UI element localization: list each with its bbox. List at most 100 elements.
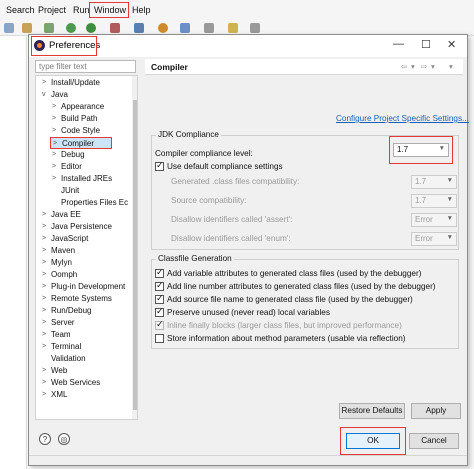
- use-default-checkbox[interactable]: [155, 160, 164, 171]
- chevron-right-icon[interactable]: >: [52, 125, 56, 137]
- ide-left-panel: [0, 36, 27, 469]
- chevron-right-icon[interactable]: >: [42, 257, 46, 269]
- tree-item-label: Run/Debug: [51, 306, 92, 315]
- chevron-right-icon[interactable]: >: [52, 173, 56, 185]
- tree-item-label: Build Path: [61, 114, 98, 123]
- chevron-right-icon[interactable]: >: [42, 341, 46, 353]
- run-icon[interactable]: [86, 23, 96, 33]
- method-parameters-label: Store information about method parameter…: [167, 334, 406, 343]
- chevron-right-icon[interactable]: >: [42, 209, 46, 221]
- page-header: Compiler ⇦ ▾ ⇨ ▾ ▾: [145, 59, 463, 75]
- toolbar-icon[interactable]: [134, 23, 144, 33]
- toolbar-icon[interactable]: [228, 23, 238, 33]
- chevron-right-icon[interactable]: >: [52, 113, 56, 125]
- chevron-right-icon[interactable]: >: [52, 101, 56, 113]
- assert-label: Disallow identifiers called 'assert':: [171, 215, 293, 224]
- chevron-right-icon[interactable]: >: [42, 317, 46, 329]
- import-export-icon[interactable]: ◎: [58, 433, 70, 445]
- tree-item-label: XML: [51, 390, 68, 399]
- assert-select[interactable]: Error ▼: [411, 213, 457, 227]
- line-number-checkbox[interactable]: [155, 280, 164, 291]
- source-compat-label: Source compatibility:: [171, 196, 247, 205]
- toolbar-icon[interactable]: [250, 23, 260, 33]
- inline-finally-checkbox[interactable]: [155, 319, 164, 330]
- filter-input[interactable]: type filter text: [35, 60, 136, 73]
- ok-button[interactable]: OK: [346, 433, 400, 449]
- chevron-right-icon[interactable]: >: [52, 149, 56, 161]
- tree-item-label: Web: [51, 366, 68, 375]
- tree-item-label: Java EE: [51, 210, 81, 219]
- source-compat-select[interactable]: 1.7 ▼: [411, 194, 457, 208]
- tree-scrollbar-thumb[interactable]: [133, 100, 137, 410]
- chevron-right-icon[interactable]: >: [42, 365, 46, 377]
- compliance-level-value: 1.7: [397, 145, 409, 154]
- tree-item-label: Code Style: [61, 126, 101, 135]
- variable-attributes-checkbox[interactable]: [155, 267, 164, 278]
- chevron-down-icon[interactable]: v: [42, 89, 46, 101]
- chevron-right-icon[interactable]: >: [42, 305, 46, 317]
- method-parameters-checkbox[interactable]: [155, 334, 164, 343]
- chevron-right-icon[interactable]: >: [42, 329, 46, 341]
- chevron-right-icon[interactable]: >: [42, 281, 46, 293]
- tree-item-label: Debug: [61, 150, 85, 159]
- chevron-right-icon[interactable]: >: [42, 377, 46, 389]
- variable-attributes-label: Add variable attributes to generated cla…: [167, 269, 422, 278]
- chevron-right-icon[interactable]: >: [52, 161, 56, 173]
- back-arrow-icon[interactable]: ⇦: [401, 62, 407, 71]
- toolbar-icon[interactable]: [22, 23, 32, 33]
- chevron-right-icon[interactable]: >: [42, 389, 46, 401]
- menu-search[interactable]: Search: [6, 5, 35, 15]
- minimize-button[interactable]: —: [393, 38, 404, 50]
- toolbar-icon[interactable]: [180, 23, 190, 33]
- toolbar-icon[interactable]: [110, 23, 120, 33]
- restore-defaults-button[interactable]: Restore Defaults: [339, 403, 405, 419]
- chevron-right-icon[interactable]: >: [42, 221, 46, 233]
- toolbar-icon[interactable]: [4, 23, 14, 33]
- close-button[interactable]: ✕: [447, 38, 456, 51]
- assert-value: Error: [415, 215, 433, 224]
- toolbar-icon[interactable]: [204, 23, 214, 33]
- chevron-right-icon[interactable]: >: [42, 245, 46, 257]
- eclipse-icon: [34, 40, 45, 51]
- chevron-right-icon[interactable]: >: [42, 293, 46, 305]
- menu-run[interactable]: Run: [73, 5, 90, 15]
- apply-button[interactable]: Apply: [411, 403, 461, 419]
- chevron-down-icon[interactable]: ▾: [431, 62, 435, 71]
- tree-item-label: Remote Systems: [51, 294, 112, 303]
- tree-item-compiler[interactable]: > Compiler: [50, 137, 112, 149]
- enum-label: Disallow identifiers called 'enum':: [171, 234, 291, 243]
- preserve-unused-label: Preserve unused (never read) local varia…: [167, 308, 330, 317]
- forward-arrow-icon[interactable]: ⇨: [421, 62, 427, 71]
- preserve-unused-checkbox[interactable]: [155, 306, 164, 317]
- chevron-right-icon[interactable]: >: [42, 233, 46, 245]
- tree-item-label: Mylyn: [51, 258, 72, 267]
- menu-help[interactable]: Help: [132, 5, 151, 15]
- compliance-level-select[interactable]: 1.7 ▼: [393, 143, 449, 157]
- view-menu-icon[interactable]: ▾: [449, 62, 453, 71]
- toolbar-icon[interactable]: [158, 23, 168, 33]
- configure-project-settings-link[interactable]: Configure Project Specific Settings...: [336, 114, 469, 123]
- chevron-down-icon: ▼: [438, 145, 445, 152]
- tree-item-label: JavaScript: [51, 234, 89, 243]
- chevron-right-icon[interactable]: >: [42, 269, 46, 281]
- help-icon[interactable]: ?: [39, 433, 51, 445]
- menu-window[interactable]: Window: [94, 5, 126, 15]
- source-file-checkbox[interactable]: [155, 293, 164, 304]
- generated-compat-label: Generated .class files compatibility:: [171, 177, 300, 186]
- compliance-level-label: Compiler compliance level:: [155, 149, 253, 158]
- maximize-button[interactable]: ☐: [421, 38, 431, 51]
- tree-item-label: Java: [51, 90, 68, 99]
- debug-icon[interactable]: [66, 23, 76, 33]
- cancel-button[interactable]: Cancel: [409, 433, 459, 449]
- tree-item-label: Team: [51, 330, 71, 339]
- tree-item-label: Install/Update: [51, 78, 100, 87]
- chevron-down-icon[interactable]: ▾: [411, 62, 415, 71]
- toolbar-icon[interactable]: [44, 23, 54, 33]
- tree-item-label: Maven: [51, 246, 76, 255]
- menu-project[interactable]: Project: [38, 5, 66, 15]
- tree-item-label: Plug-in Development: [51, 282, 126, 291]
- generated-compat-select[interactable]: 1.7 ▼: [411, 175, 457, 189]
- chevron-right-icon[interactable]: >: [42, 77, 46, 89]
- tree-item-label: JUnit: [61, 186, 80, 195]
- enum-select[interactable]: Error ▼: [411, 232, 457, 246]
